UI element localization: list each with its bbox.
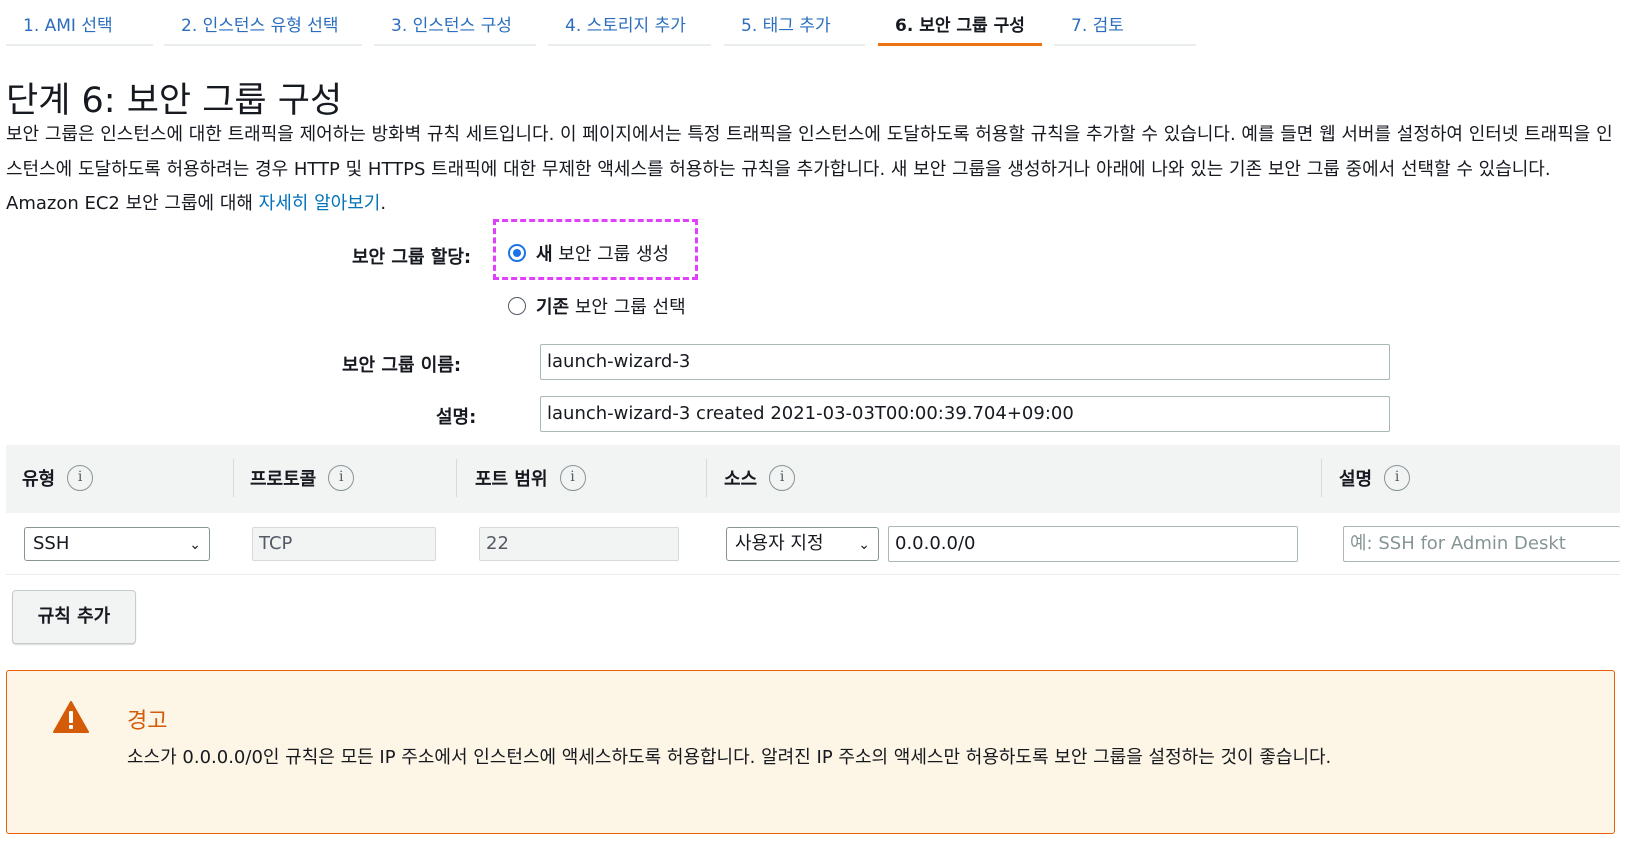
radio-button[interactable] <box>508 297 526 315</box>
step-underline <box>1054 44 1196 46</box>
column-divider <box>1321 459 1322 497</box>
rule-protocol-field: TCP <box>252 527 436 561</box>
info-icon[interactable]: i <box>559 465 586 491</box>
step-underline <box>164 44 362 46</box>
wizard-step-label: 7. 검토 <box>1071 16 1124 36</box>
wizard-step-ami[interactable]: 1. AMI 선택 <box>6 0 153 50</box>
rule-type-value: SSH <box>33 533 70 554</box>
page-title: 단계 6: 보안 그룹 구성 <box>6 81 343 121</box>
wizard-step-label: 6. 보안 그룹 구성 <box>895 16 1025 36</box>
radio-create-new-label: 새 보안 그룹 생성 <box>536 240 669 266</box>
column-divider <box>456 459 457 497</box>
column-header-description: 설명 i <box>1339 465 1411 491</box>
column-header-protocol: 프로토콜 i <box>250 465 355 491</box>
column-header-label: 프로토콜 <box>250 469 317 490</box>
radio-new-bold: 새 <box>536 244 553 265</box>
step-underline <box>724 44 865 46</box>
wizard-step-add-tags[interactable]: 5. 태그 추가 <box>724 0 865 50</box>
step-underline <box>878 43 1042 46</box>
wizard-step-review[interactable]: 7. 검토 <box>1054 0 1196 50</box>
radio-select-existing-group[interactable]: 기존 보안 그룹 선택 <box>508 293 686 319</box>
chevron-down-icon: ⌄ <box>189 537 201 553</box>
column-header-label: 유형 <box>22 469 56 490</box>
wizard-step-add-storage[interactable]: 4. 스토리지 추가 <box>548 0 711 50</box>
description-text: 보안 그룹은 인스턴스에 대한 트래픽을 제어하는 방화벽 규칙 세트입니다. … <box>6 124 1613 214</box>
security-group-description-label: 설명: <box>436 407 477 428</box>
security-group-description-input[interactable]: launch-wizard-3 created 2021-03-03T00:00… <box>540 396 1390 432</box>
description-suffix: . <box>380 193 387 214</box>
column-header-label: 소스 <box>724 469 758 490</box>
chevron-down-icon: ⌄ <box>858 537 870 553</box>
radio-select-existing-label: 기존 보안 그룹 선택 <box>536 293 686 319</box>
info-icon[interactable]: i <box>769 465 796 491</box>
table-row: SSH ⌄ TCP 22 사용자 지정 ⌄ 0.0.0.0/0 예: SSH f… <box>6 513 1620 575</box>
column-header-type: 유형 i <box>22 465 94 491</box>
add-rule-button[interactable]: 규칙 추가 <box>12 590 136 644</box>
info-icon[interactable]: i <box>67 465 94 491</box>
warning-alert: 경고 소스가 0.0.0.0/0인 규칙은 모든 IP 주소에서 인스턴스에 액… <box>6 670 1615 834</box>
radio-existing-rest: 보안 그룹 선택 <box>569 297 686 318</box>
step-underline <box>548 44 711 46</box>
alert-title: 경고 <box>127 709 168 734</box>
step-underline <box>6 44 153 46</box>
column-divider <box>233 459 234 497</box>
column-header-label: 포트 범위 <box>475 469 548 490</box>
info-icon[interactable]: i <box>328 465 355 491</box>
rule-type-select[interactable]: SSH ⌄ <box>24 527 210 561</box>
radio-create-new-group[interactable]: 새 보안 그룹 생성 <box>508 240 669 266</box>
column-header-source: 소스 i <box>724 465 796 491</box>
security-group-name-input[interactable]: launch-wizard-3 <box>540 344 1390 380</box>
rules-table-header: 유형 i 프로토콜 i 포트 범위 i 소스 i 설명 i <box>6 445 1620 513</box>
warning-triangle-icon <box>53 701 89 733</box>
step-underline <box>374 44 536 46</box>
radio-button-checked[interactable] <box>508 244 526 262</box>
wizard-step-configure-instance[interactable]: 3. 인스턴스 구성 <box>374 0 536 50</box>
column-header-port-range: 포트 범위 i <box>475 465 586 491</box>
column-header-label: 설명 <box>1339 469 1373 490</box>
wizard-step-instance-type[interactable]: 2. 인스턴스 유형 선택 <box>164 0 362 50</box>
security-group-name-label: 보안 그룹 이름: <box>342 355 462 376</box>
radio-existing-bold: 기존 <box>536 297 570 318</box>
rule-source-cidr-input[interactable]: 0.0.0.0/0 <box>888 526 1298 562</box>
wizard-step-security-group[interactable]: 6. 보안 그룹 구성 <box>878 0 1042 50</box>
rule-description-placeholder: 예: SSH for Admin Deskt <box>1350 533 1566 554</box>
wizard-step-label: 2. 인스턴스 유형 선택 <box>181 16 339 36</box>
rule-port-range-field: 22 <box>479 527 679 561</box>
rule-source-select[interactable]: 사용자 지정 ⌄ <box>726 527 879 561</box>
info-icon[interactable]: i <box>1384 465 1411 491</box>
learn-more-link[interactable]: 자세히 알아보기 <box>259 193 381 214</box>
wizard-step-label: 5. 태그 추가 <box>741 16 831 36</box>
rule-description-input[interactable]: 예: SSH for Admin Deskt <box>1343 526 1620 562</box>
radio-new-rest: 보안 그룹 생성 <box>552 244 670 265</box>
assign-security-group-label: 보안 그룹 할당: <box>352 247 472 268</box>
rule-source-mode-value: 사용자 지정 <box>735 533 824 554</box>
wizard-step-label: 1. AMI 선택 <box>23 16 113 36</box>
wizard-step-label: 4. 스토리지 추가 <box>565 16 686 36</box>
alert-message: 소스가 0.0.0.0/0인 규칙은 모든 IP 주소에서 인스턴스에 액세스하… <box>127 747 1332 768</box>
page-description: 보안 그룹은 인스턴스에 대한 트래픽을 제어하는 방화벽 규칙 세트입니다. … <box>6 118 1618 222</box>
wizard-step-label: 3. 인스턴스 구성 <box>391 16 512 36</box>
column-divider <box>706 459 707 497</box>
